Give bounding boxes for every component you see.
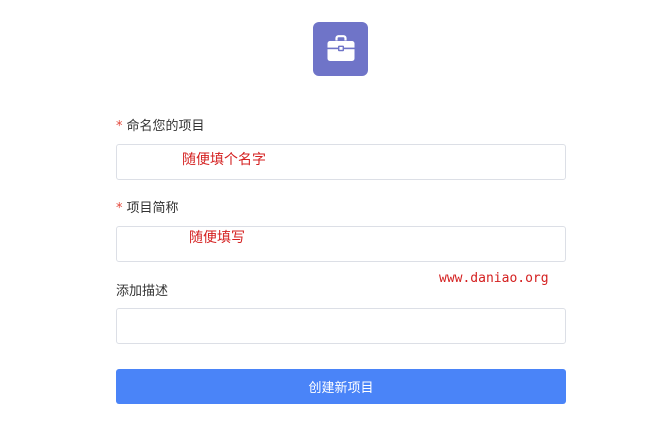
project-name-input[interactable] [117,145,565,179]
watermark-text: www.daniao.org [439,271,549,286]
app-icon [313,22,368,76]
project-short-field-box [116,226,566,262]
briefcase-icon [327,35,354,61]
project-name-label: * 命名您的项目 [116,119,205,135]
create-project-page: * 命名您的项目 随便填个名字 * 项目简称 随便填写 www.daniao.org… [0,0,663,439]
required-mark: * [116,119,123,134]
project-name-label-text: 命名您的项目 [126,119,205,134]
project-short-input[interactable] [117,227,565,261]
project-short-label-text: 项目简称 [126,201,179,216]
description-field-box [116,308,566,344]
create-project-button[interactable]: 创建新项目 [116,369,566,404]
description-input[interactable] [117,309,565,343]
project-short-label: * 项目简称 [116,201,179,217]
required-mark: * [116,201,123,216]
project-name-field-box [116,144,566,180]
description-label: 添加描述 [116,284,169,299]
